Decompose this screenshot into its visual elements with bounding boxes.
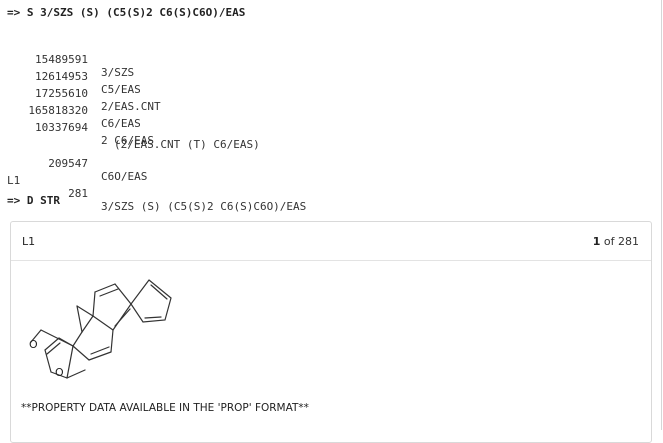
property-note: **PROPERTY DATA AVAILABLE IN THE 'PROP' … bbox=[21, 402, 309, 414]
card-title: L1 bbox=[22, 235, 36, 248]
chemical-structure-image: O O bbox=[29, 279, 172, 379]
oxygen-atom-label: O bbox=[55, 366, 64, 379]
terminal-output: => S 3/SZS (S) (C5(S)2 C6(S)C6O)/EAS 154… bbox=[0, 0, 662, 443]
oxygen-atom-label: O bbox=[29, 338, 38, 351]
card-header: L1 1 of 281 bbox=[11, 222, 651, 261]
search-command: => S 3/SZS (S) (C5(S)2 C6(S)C6O)/EAS bbox=[7, 6, 246, 19]
answer-set-label: L1 bbox=[7, 174, 21, 187]
record-counter: 1 of 281 bbox=[592, 235, 639, 248]
display-command: => D STR bbox=[7, 194, 60, 207]
structure-card: L1 1 of 281 O O **PROPERTY DATA AVAILABL… bbox=[10, 221, 652, 443]
